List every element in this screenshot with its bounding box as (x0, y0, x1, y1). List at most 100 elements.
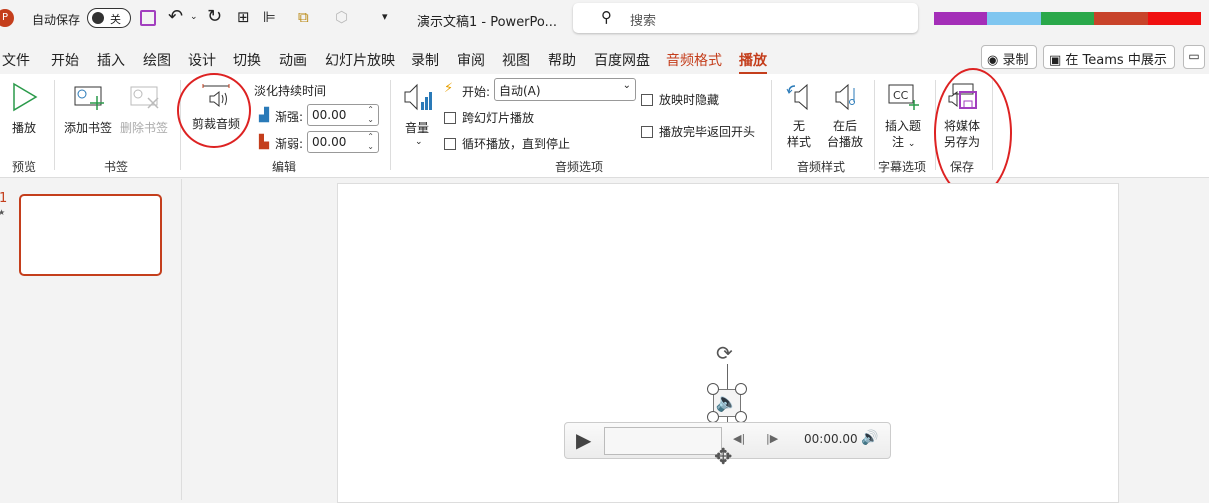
remove-bookmark-label: 删除书签 (120, 121, 169, 135)
start-label: 开始: (462, 85, 491, 99)
rewind-label: 播放完毕返回开头 (659, 125, 756, 139)
play-across-slides-checkbox[interactable]: 跨幻灯片播放 (444, 109, 534, 126)
tab-review[interactable]: 审阅 (457, 50, 485, 70)
group-captions: 字幕选项 (878, 160, 927, 174)
start-value: 自动(A) (499, 84, 541, 98)
powerpoint-logo-icon: P (0, 9, 14, 27)
undo-icon[interactable]: ↶ (168, 6, 183, 27)
fade-out-label: 渐弱: (275, 137, 304, 151)
no-style-label-1: 无 (793, 119, 806, 133)
volume-icon (404, 83, 432, 111)
search-placeholder: 搜索 (630, 14, 657, 29)
tab-animations[interactable]: 动画 (279, 50, 307, 70)
tab-file[interactable]: 文件 (2, 50, 30, 70)
tab-baidu[interactable]: 百度网盘 (594, 50, 650, 70)
player-volume-icon[interactable]: 🔊 (861, 430, 878, 446)
no-style-icon (786, 83, 808, 111)
player-forward-icon[interactable]: |▶ (766, 432, 778, 445)
ribbon-tabs: 文件 开始 插入 绘图 设计 切换 动画 幻灯片放映 录制 审阅 视图 帮助 百… (0, 38, 1209, 75)
player-play-icon[interactable]: ▶ (576, 428, 591, 452)
tab-help[interactable]: 帮助 (548, 50, 576, 70)
document-title: 演示文稿1 - PowerPo... (417, 15, 558, 30)
move-handle-icon[interactable]: ✥ (714, 445, 732, 470)
spin-arrows-icon[interactable]: ⌃ ⌄ (367, 132, 374, 152)
slide-thumbnail-1[interactable] (19, 194, 162, 276)
customize-qat-icon[interactable]: ▾ (382, 10, 388, 23)
resize-handle[interactable] (735, 383, 747, 395)
arrange-icon[interactable]: ⧉ (298, 8, 309, 26)
insert-captions-label-2: 注 ⌄ (892, 134, 915, 152)
volume-button[interactable]: 音量 ⌄ (400, 80, 438, 147)
annotation-circle-trim (177, 73, 251, 148)
save-icon[interactable] (140, 10, 156, 26)
player-time: 00:00.00 (804, 432, 858, 446)
chevron-down-icon: ⌄ (907, 139, 916, 149)
group-audio-styles: 音频样式 (797, 160, 846, 174)
svg-text:CC: CC (893, 89, 909, 102)
autosave-label: 自动保存 (32, 13, 81, 27)
present-icon[interactable]: ⊞ (237, 8, 250, 26)
account-banner[interactable] (934, 12, 1202, 25)
no-style-button[interactable]: 无 样式 (780, 80, 820, 150)
spin-arrows-icon[interactable]: ⌃ ⌄ (367, 105, 374, 125)
comments-button[interactable]: ▭ (1183, 45, 1205, 69)
play-in-background-button[interactable]: 在后 台播放 (824, 80, 868, 150)
tab-record[interactable]: 录制 (411, 50, 439, 70)
captions-icon: CC (888, 84, 919, 110)
undo-dropdown-icon[interactable]: ⌄ (190, 12, 198, 22)
background-label-1: 在后 (833, 119, 858, 133)
record-button[interactable]: ◉ 录制 (981, 45, 1037, 69)
remove-bookmark-icon (130, 86, 159, 109)
tab-home[interactable]: 开始 (51, 50, 79, 70)
present-in-teams-button[interactable]: ▣ 在 Teams 中展示 (1043, 45, 1175, 69)
tab-slideshow[interactable]: 幻灯片放映 (325, 50, 395, 70)
tab-view[interactable]: 视图 (502, 50, 530, 70)
record-label: 录制 (1002, 53, 1029, 68)
rewind-after-playing-checkbox[interactable]: 播放完毕返回开头 (641, 123, 755, 140)
add-bookmark-button[interactable]: 添加书签 (62, 80, 118, 140)
slide-thumbnails-panel: 1 ★ (0, 179, 182, 500)
fade-out-value: 00.00 (312, 135, 347, 149)
insert-captions-button[interactable]: CC 插入题 注 ⌄ (880, 80, 928, 150)
autosave-toggle[interactable]: 关 (87, 8, 131, 28)
align-icon[interactable]: ⊫ (263, 8, 276, 26)
play-icon (13, 82, 38, 112)
fade-in-value: 00.00 (312, 108, 347, 122)
tab-playback[interactable]: 播放 (739, 50, 767, 75)
fade-in-input[interactable]: 00.00 ⌃ ⌄ (307, 104, 379, 126)
tab-audio-format[interactable]: 音频格式 (666, 50, 722, 70)
fade-out-icon: ▙ (259, 135, 269, 150)
start-icon: ⚡ (444, 81, 454, 96)
rotate-handle-icon[interactable]: ⟳ (716, 341, 733, 365)
fade-in-icon: ▟ (259, 108, 269, 123)
insert-captions-text: 注 (892, 135, 905, 149)
redo-icon[interactable]: ↻ (207, 6, 222, 27)
animation-star-icon: ★ (0, 208, 6, 217)
fade-out-input[interactable]: 00.00 ⌃ ⌄ (307, 131, 379, 153)
player-back-icon[interactable]: ◀| (733, 432, 745, 445)
search-icon: ⚲ (601, 8, 612, 26)
group-preview: 预览 (12, 160, 37, 174)
tab-design[interactable]: 设计 (188, 50, 216, 70)
play-button[interactable]: 播放 (6, 80, 44, 140)
group-bookmarks: 书签 (104, 160, 129, 174)
shape-icon[interactable]: ⬡ (335, 8, 348, 26)
hide-during-show-checkbox[interactable]: 放映时隐藏 (641, 91, 719, 108)
tab-insert[interactable]: 插入 (97, 50, 125, 70)
start-select[interactable]: 自动(A) ⌄ (494, 78, 636, 101)
search-box[interactable]: ⚲ 搜索 (573, 3, 918, 33)
tab-draw[interactable]: 绘图 (143, 50, 171, 70)
slide-number: 1 (0, 191, 8, 206)
teams-label: 在 Teams 中展示 (1065, 53, 1167, 68)
resize-handle[interactable] (707, 383, 719, 395)
remove-bookmark-button[interactable]: 删除书签 (118, 80, 174, 140)
player-progress-bar[interactable] (604, 427, 722, 455)
group-editing: 编辑 (272, 160, 297, 174)
fade-in-label: 渐强: (275, 110, 304, 124)
fade-duration-title: 淡化持续时间 (254, 84, 327, 98)
loop-checkbox[interactable]: 循环播放，直到停止 (444, 135, 570, 152)
tab-transitions[interactable]: 切换 (233, 50, 261, 70)
play-label: 播放 (12, 121, 37, 135)
chevron-down-icon: ⌄ (622, 80, 631, 91)
play-across-label: 跨幻灯片播放 (462, 111, 535, 125)
